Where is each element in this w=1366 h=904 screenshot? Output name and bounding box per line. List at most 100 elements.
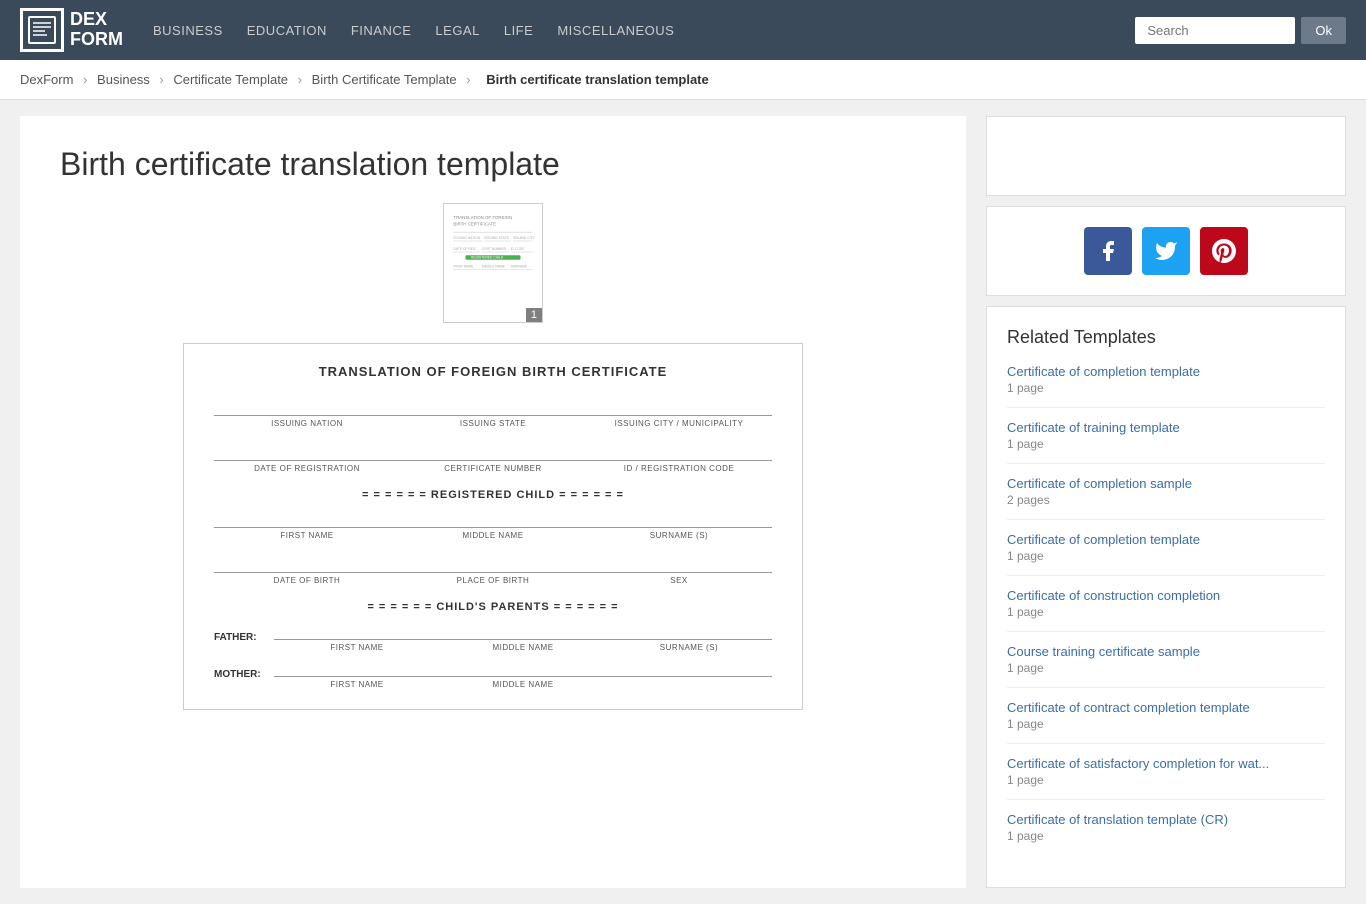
related-pages-6: 1 page — [1007, 717, 1325, 731]
breadcrumb-sep-1: › — [83, 72, 87, 87]
main-content: Birth certificate translation template T… — [20, 116, 966, 888]
doc-preview-container: TRANSLATION OF FOREIGN BIRTH CERTIFICATE… — [60, 203, 926, 323]
nav-business[interactable]: BUSINESS — [153, 23, 223, 38]
svg-text:TRANSLATION OF FOREIGN: TRANSLATION OF FOREIGN — [453, 215, 512, 220]
logo[interactable]: DEX FORM — [20, 8, 123, 52]
pinterest-share-button[interactable] — [1200, 227, 1248, 275]
related-item-1: Certificate of training template 1 page — [1007, 420, 1325, 464]
svg-text:CERT NUMBER: CERT NUMBER — [482, 247, 507, 251]
svg-text:DATE OF REG.: DATE OF REG. — [453, 247, 476, 251]
related-pages-1: 1 page — [1007, 437, 1325, 451]
search-area: Ok — [1135, 17, 1346, 44]
svg-text:ISSUING NATION: ISSUING NATION — [453, 236, 480, 240]
nav-finance[interactable]: FINANCE — [351, 23, 412, 38]
related-item-6: Certificate of contract completion templ… — [1007, 700, 1325, 744]
father-fields: FIRST NAME MIDDLE NAME SURNAME (S) — [274, 623, 772, 652]
father-surname: SURNAME (S) — [606, 623, 772, 652]
related-item-3: Certificate of completion template 1 pag… — [1007, 532, 1325, 576]
cert-field-cert-number: CERTIFICATE NUMBER — [400, 444, 586, 473]
cert-field-issuing-nation: ISSUING NATION — [214, 399, 400, 428]
twitter-share-button[interactable] — [1142, 227, 1190, 275]
related-link-5[interactable]: Course training certificate sample — [1007, 644, 1325, 659]
svg-text:BIRTH CERTIFICATE: BIRTH CERTIFICATE — [453, 222, 496, 227]
breadcrumb: DexForm › Business › Certificate Templat… — [0, 60, 1366, 100]
svg-text:MIDDLE NAME: MIDDLE NAME — [482, 264, 506, 268]
related-pages-0: 1 page — [1007, 381, 1325, 395]
search-button[interactable]: Ok — [1301, 17, 1346, 44]
logo-text: DEX FORM — [70, 10, 123, 50]
related-pages-5: 1 page — [1007, 661, 1325, 675]
search-input[interactable] — [1135, 17, 1295, 44]
breadcrumb-business[interactable]: Business — [97, 72, 150, 87]
related-link-7[interactable]: Certificate of satisfactory completion f… — [1007, 756, 1325, 771]
breadcrumb-sep-2: › — [159, 72, 163, 87]
logo-icon — [20, 8, 64, 52]
father-first: FIRST NAME — [274, 623, 440, 652]
father-middle: MIDDLE NAME — [440, 623, 606, 652]
nav-education[interactable]: EDUCATION — [247, 23, 327, 38]
related-pages-3: 1 page — [1007, 549, 1325, 563]
breadcrumb-sep-3: › — [298, 72, 302, 87]
main-nav: BUSINESS EDUCATION FINANCE LEGAL LIFE MI… — [153, 23, 1135, 38]
breadcrumb-dexform[interactable]: DexForm — [20, 72, 73, 87]
nav-life[interactable]: LIFE — [504, 23, 533, 38]
doc-thumbnail[interactable]: TRANSLATION OF FOREIGN BIRTH CERTIFICATE… — [443, 203, 543, 323]
related-link-6[interactable]: Certificate of contract completion templ… — [1007, 700, 1325, 715]
cert-field-first-name: FIRST NAME — [214, 511, 400, 540]
cert-field-surname: SURNAME (S) — [586, 511, 772, 540]
social-share — [986, 206, 1346, 296]
svg-text:ISSUING STATE: ISSUING STATE — [484, 236, 509, 240]
nav-legal[interactable]: LEGAL — [435, 23, 479, 38]
related-item-8: Certificate of translation template (CR)… — [1007, 812, 1325, 855]
page-title: Birth certificate translation template — [60, 146, 926, 183]
main-layout: Birth certificate translation template T… — [0, 100, 1366, 904]
related-item-7: Certificate of satisfactory completion f… — [1007, 756, 1325, 800]
facebook-share-button[interactable] — [1084, 227, 1132, 275]
cert-field-sex: SEX — [586, 556, 772, 585]
svg-text:ID CODE: ID CODE — [511, 247, 526, 251]
related-link-3[interactable]: Certificate of completion template — [1007, 532, 1325, 547]
cert-field-date-reg: DATE OF REGISTRATION — [214, 444, 400, 473]
related-pages-2: 2 pages — [1007, 493, 1325, 507]
breadcrumb-birth-cert[interactable]: Birth Certificate Template — [312, 72, 457, 87]
related-templates: Related Templates Certificate of complet… — [986, 306, 1346, 888]
mother-row: MOTHER: FIRST NAME MIDDLE NAME — [214, 660, 772, 689]
cert-field-middle-name: MIDDLE NAME — [400, 511, 586, 540]
cert-preview: TRANSLATION OF FOREIGN BIRTH CERTIFICATE… — [183, 343, 803, 710]
mother-surname — [606, 660, 772, 689]
svg-text:ISSUING CITY: ISSUING CITY — [513, 236, 536, 240]
mother-first: FIRST NAME — [274, 660, 440, 689]
related-link-1[interactable]: Certificate of training template — [1007, 420, 1325, 435]
sidebar: Related Templates Certificate of complet… — [986, 116, 1346, 888]
cert-field-issuing-city: ISSUING CITY / MUNICIPALITY — [586, 399, 772, 428]
header: DEX FORM BUSINESS EDUCATION FINANCE LEGA… — [0, 0, 1366, 60]
related-pages-7: 1 page — [1007, 773, 1325, 787]
related-item-0: Certificate of completion template 1 pag… — [1007, 364, 1325, 408]
mother-fields: FIRST NAME MIDDLE NAME — [274, 660, 772, 689]
mother-middle: MIDDLE NAME — [440, 660, 606, 689]
doc-page-number: 1 — [526, 308, 542, 322]
cert-field-id-code: ID / REGISTRATION CODE — [586, 444, 772, 473]
related-pages-8: 1 page — [1007, 829, 1325, 843]
related-link-0[interactable]: Certificate of completion template — [1007, 364, 1325, 379]
cert-main-title: TRANSLATION OF FOREIGN BIRTH CERTIFICATE — [214, 364, 772, 379]
related-link-2[interactable]: Certificate of completion sample — [1007, 476, 1325, 491]
cert-field-pob: PLACE OF BIRTH — [400, 556, 586, 585]
related-link-4[interactable]: Certificate of construction completion — [1007, 588, 1325, 603]
related-item-4: Certificate of construction completion 1… — [1007, 588, 1325, 632]
father-label: FATHER: — [214, 632, 274, 643]
related-item-5: Course training certificate sample 1 pag… — [1007, 644, 1325, 688]
cert-row-4: DATE OF BIRTH PLACE OF BIRTH SEX — [214, 556, 772, 585]
svg-text:FIRST NAME: FIRST NAME — [453, 264, 474, 268]
related-link-8[interactable]: Certificate of translation template (CR) — [1007, 812, 1325, 827]
breadcrumb-sep-4: › — [466, 72, 470, 87]
breadcrumb-current: Birth certificate translation template — [486, 72, 709, 87]
sidebar-ad — [986, 116, 1346, 196]
nav-miscellaneous[interactable]: MISCELLANEOUS — [557, 23, 674, 38]
breadcrumb-cert-template[interactable]: Certificate Template — [173, 72, 288, 87]
mother-label: MOTHER: — [214, 669, 274, 680]
cert-row-3: FIRST NAME MIDDLE NAME SURNAME (S) — [214, 511, 772, 540]
cert-row-2: DATE OF REGISTRATION CERTIFICATE NUMBER … — [214, 444, 772, 473]
parents-header: = = = = = = CHILD'S PARENTS = = = = = = — [214, 601, 772, 613]
cert-field-issuing-state: ISSUING STATE — [400, 399, 586, 428]
